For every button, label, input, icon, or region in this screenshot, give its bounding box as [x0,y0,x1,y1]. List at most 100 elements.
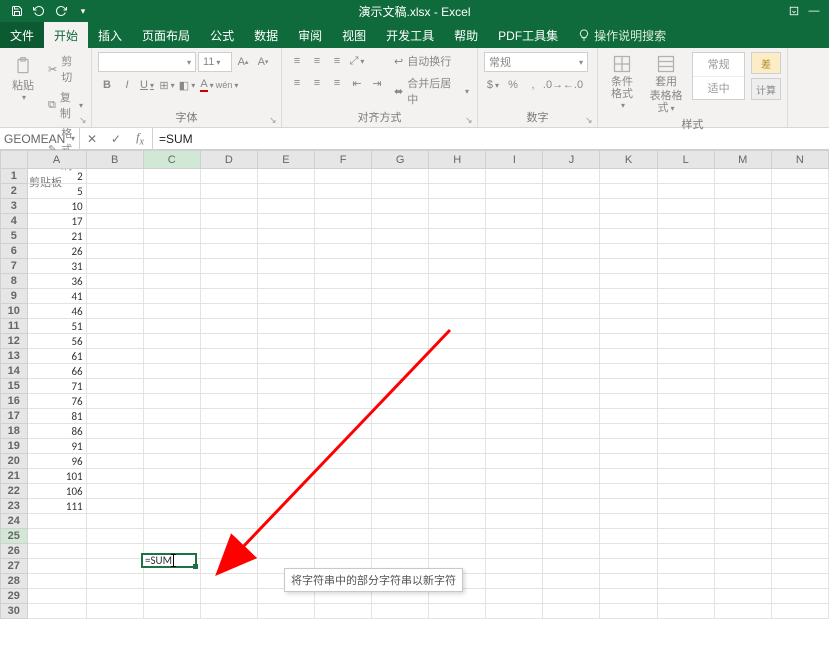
cell[interactable] [429,439,486,454]
cell[interactable] [429,199,486,214]
cell[interactable] [86,559,143,574]
cell[interactable] [657,259,714,274]
cell[interactable] [600,184,657,199]
cell[interactable] [486,544,543,559]
cell[interactable] [600,259,657,274]
cell[interactable] [657,559,714,574]
align-right-icon[interactable]: ≡ [328,74,346,92]
cell[interactable] [771,289,828,304]
cell[interactable] [657,379,714,394]
cell[interactable] [315,304,372,319]
cell[interactable] [257,289,314,304]
save-icon[interactable] [10,4,24,18]
cell[interactable] [600,424,657,439]
cell[interactable] [257,439,314,454]
phonetic-button[interactable]: wén▾ [218,76,236,94]
cell[interactable] [315,484,372,499]
cell[interactable] [200,544,257,559]
cell[interactable] [714,529,771,544]
font-size-select[interactable]: 11▾ [198,52,232,72]
cell[interactable] [257,484,314,499]
cell[interactable] [372,394,429,409]
cell[interactable] [600,559,657,574]
tab-insert[interactable]: 插入 [88,22,132,48]
row-header[interactable]: 29 [1,589,28,604]
cell[interactable]: 91 [27,439,86,454]
dialog-launcher-icon[interactable]: ↘ [585,115,595,125]
cell[interactable] [486,334,543,349]
cell[interactable] [600,289,657,304]
cell[interactable] [315,529,372,544]
cell[interactable] [486,394,543,409]
fill-color-button[interactable]: ◧▾ [178,76,196,94]
cell[interactable] [86,319,143,334]
cell[interactable] [543,229,600,244]
tab-formulas[interactable]: 公式 [200,22,244,48]
cell[interactable] [486,409,543,424]
cell[interactable] [543,604,600,619]
cell[interactable] [429,484,486,499]
insert-function-button[interactable]: fx [128,130,152,147]
cell[interactable] [543,319,600,334]
column-header[interactable]: G [372,151,429,169]
cell[interactable] [657,349,714,364]
cell[interactable] [771,244,828,259]
cell[interactable] [771,424,828,439]
cell[interactable] [714,544,771,559]
cell[interactable] [315,454,372,469]
cell[interactable] [486,499,543,514]
cell[interactable] [771,544,828,559]
cell[interactable] [143,574,200,589]
cell[interactable] [200,589,257,604]
cell[interactable] [486,214,543,229]
cell[interactable] [486,529,543,544]
cell[interactable] [315,514,372,529]
row-header[interactable]: 4 [1,214,28,229]
cell[interactable] [486,424,543,439]
cell[interactable] [86,199,143,214]
cell[interactable] [429,289,486,304]
cell[interactable] [86,349,143,364]
cell[interactable] [372,529,429,544]
cell[interactable] [486,469,543,484]
row-header[interactable]: 22 [1,484,28,499]
row-header[interactable]: 13 [1,349,28,364]
cell[interactable] [657,274,714,289]
row-header[interactable]: 18 [1,424,28,439]
merge-center-button[interactable]: ⬌ 合并后居中 ▾ [392,74,471,108]
cell[interactable] [257,184,314,199]
cell[interactable] [315,409,372,424]
cell[interactable]: 36 [27,274,86,289]
cell[interactable] [714,184,771,199]
cell[interactable] [257,499,314,514]
cell[interactable] [86,244,143,259]
cell[interactable] [543,529,600,544]
select-all-corner[interactable] [1,151,28,169]
row-header[interactable]: 8 [1,274,28,289]
cell[interactable] [200,409,257,424]
cell[interactable] [771,454,828,469]
cell[interactable] [200,379,257,394]
cell[interactable] [657,424,714,439]
cell[interactable] [200,529,257,544]
cell[interactable] [771,274,828,289]
cell[interactable] [257,379,314,394]
cell[interactable] [486,514,543,529]
cell[interactable] [86,589,143,604]
cell[interactable] [315,199,372,214]
cell[interactable] [257,319,314,334]
cell[interactable] [657,499,714,514]
style-good[interactable]: 适中 [693,77,744,100]
cell[interactable] [600,604,657,619]
cell[interactable] [200,169,257,184]
row-header[interactable]: 20 [1,454,28,469]
cell[interactable] [86,334,143,349]
decrease-indent-icon[interactable]: ⇤ [348,74,366,92]
cell[interactable] [200,499,257,514]
cell[interactable] [200,199,257,214]
cell[interactable] [86,289,143,304]
cell[interactable] [200,574,257,589]
cell[interactable] [714,454,771,469]
cell[interactable] [86,544,143,559]
cell[interactable] [771,529,828,544]
